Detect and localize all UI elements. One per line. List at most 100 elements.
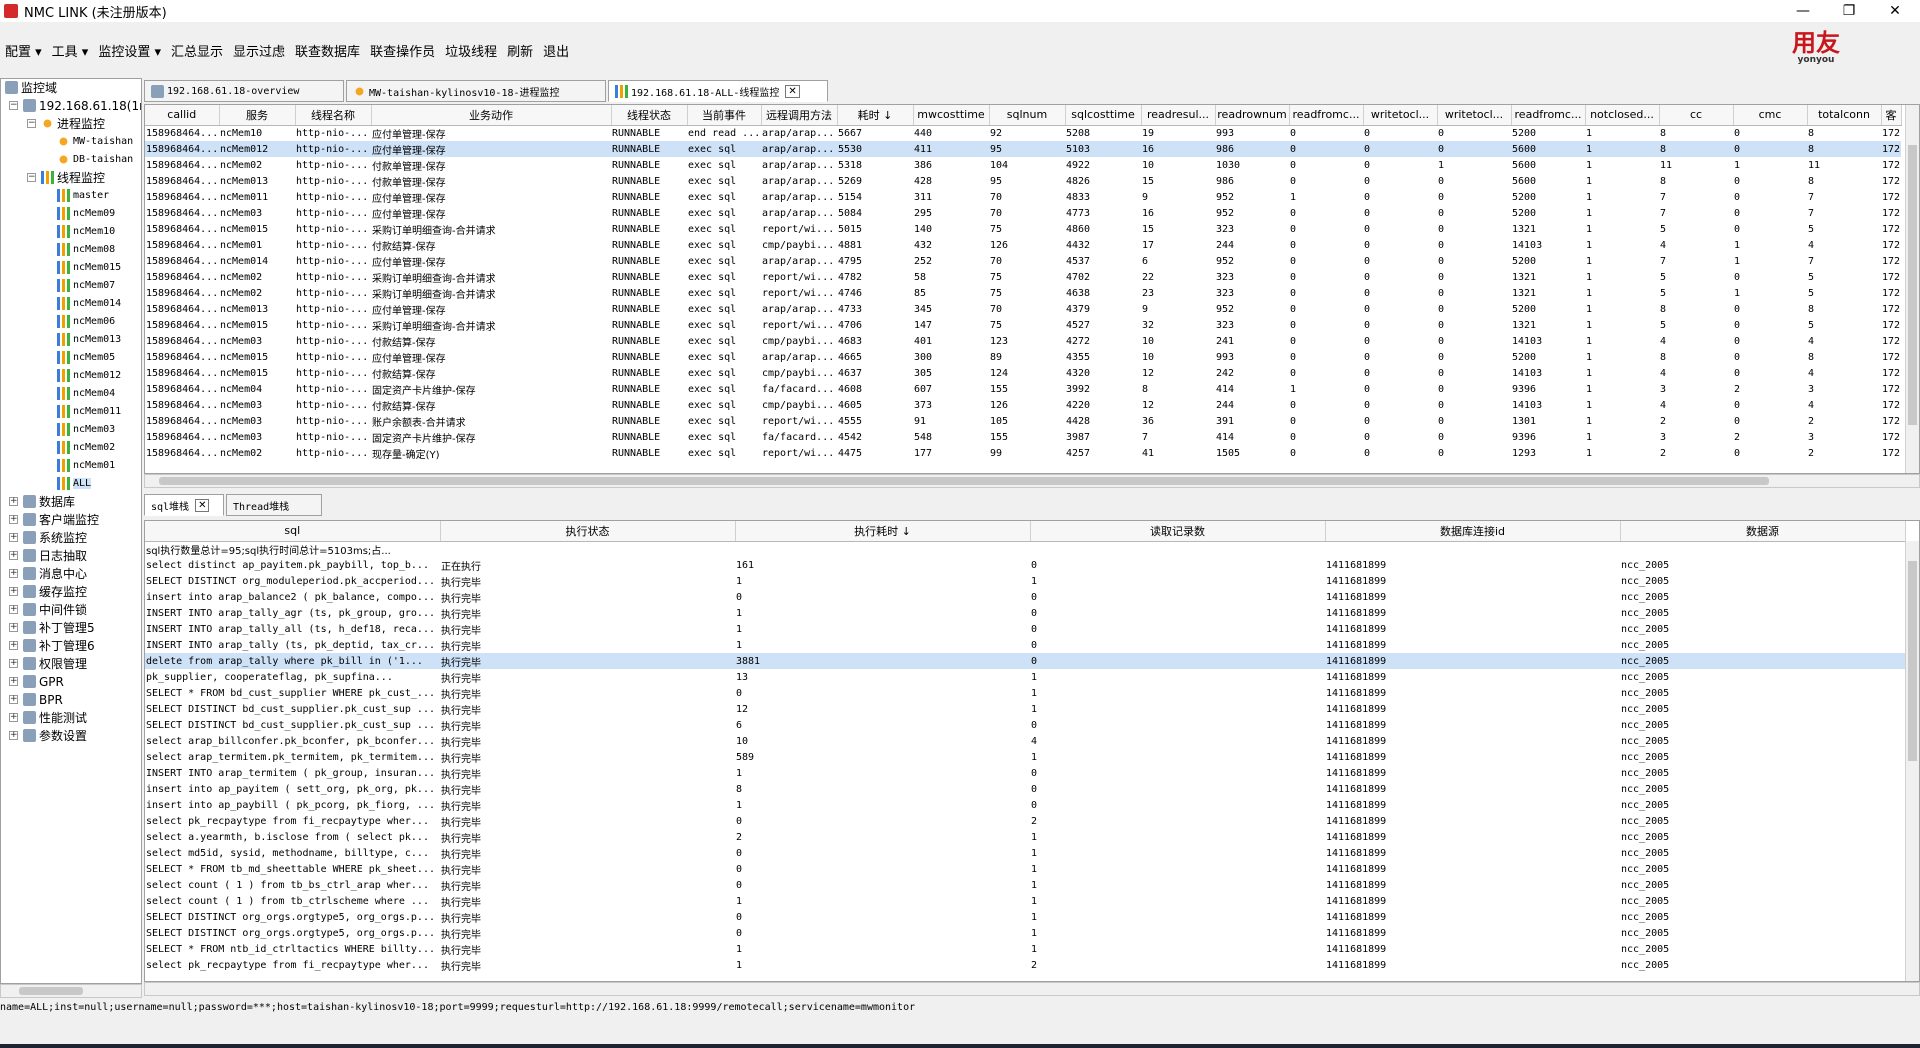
tree-node[interactable]: ncMem06	[57, 313, 115, 330]
column-header[interactable]: 线程名称	[295, 105, 372, 126]
tree-node[interactable]: ncMem03	[57, 421, 115, 438]
tree-horizontal-scrollbar[interactable]	[0, 984, 142, 998]
table-row[interactable]: select a.yearmth, b.isclose from ( selec…	[145, 829, 1905, 845]
tree-node[interactable]: + 补丁管理6	[9, 637, 95, 654]
column-header[interactable]: writetocl...	[1363, 105, 1438, 126]
maximize-button[interactable]: ❐	[1826, 0, 1872, 22]
table-row[interactable]: 158968464... ncMem015 http-nio-... 采购订单明细查询…	[145, 221, 1901, 237]
column-header[interactable]: sql	[145, 521, 441, 542]
table-row[interactable]: SELECT DISTINCT org_moduleperiod.pk_accp…	[145, 573, 1905, 589]
expand-toggle-icon[interactable]: +	[9, 731, 18, 740]
menu-item[interactable]: 刷新	[502, 41, 538, 60]
tree-scroll-thumb[interactable]	[19, 987, 83, 995]
table-row[interactable]: pk_supplier, cooperateflag, pk_supfina..…	[145, 669, 1905, 685]
expand-toggle-icon[interactable]: +	[9, 623, 18, 632]
tree-node[interactable]: + 补丁管理5	[9, 619, 95, 636]
table-row[interactable]: SELECT * FROM ntb_id_ctrltactics WHERE b…	[145, 941, 1905, 957]
column-header[interactable]: sqlcosttime	[1065, 105, 1142, 126]
table-row[interactable]: 158968464... ncMem015 http-nio-... 付款结算-保存 R…	[145, 365, 1901, 381]
table-row[interactable]: INSERT INTO arap_tally_agr (ts, pk_group…	[145, 605, 1905, 621]
expand-toggle-icon[interactable]: −	[27, 119, 36, 128]
thread-horizontal-scrollbar[interactable]	[144, 474, 1920, 488]
tree-node[interactable]: ncMem02	[57, 439, 115, 456]
table-row[interactable]: 158968464... ncMem10 http-nio-... 应付单管理-保存 R…	[145, 125, 1901, 141]
expand-toggle-icon[interactable]: +	[9, 515, 18, 524]
table-row[interactable]: 158968464... ncMem015 http-nio-... 应付单管理-保存…	[145, 349, 1901, 365]
tree-node[interactable]: ncMem10	[57, 223, 115, 240]
tab-2[interactable]: 192.168.61.18-ALL-线程监控 ✕	[608, 80, 828, 102]
table-row[interactable]: SELECT DISTINCT bd_cust_supplier.pk_cust…	[145, 717, 1905, 733]
menu-item[interactable]: 汇总显示	[166, 41, 228, 60]
table-row[interactable]: insert into arap_balance2 ( pk_balance, …	[145, 589, 1905, 605]
close-button[interactable]: ✕	[1872, 0, 1918, 22]
menu-item[interactable]: 联查操作员	[365, 41, 440, 60]
tree-node[interactable]: ncMem07	[57, 277, 115, 294]
tree-node[interactable]: ncMem011	[57, 403, 121, 420]
table-row[interactable]: SELECT DISTINCT org_orgs.orgtype5, org_o…	[145, 925, 1905, 941]
tree-node[interactable]: − 线程监控	[27, 169, 105, 186]
menu-item[interactable]: 垃圾线程	[440, 41, 502, 60]
tree-node[interactable]: − 进程监控	[27, 115, 105, 132]
table-row[interactable]: SELECT * FROM tb_md_sheettable WHERE pk_…	[145, 861, 1905, 877]
expand-toggle-icon[interactable]: −	[27, 173, 36, 182]
column-header[interactable]: 客	[1881, 105, 1902, 126]
menu-item[interactable]: 工具 ▾	[47, 41, 94, 60]
tab-close-icon[interactable]: ✕	[785, 84, 800, 98]
expand-toggle-icon[interactable]: +	[9, 677, 18, 686]
table-row[interactable]: SELECT DISTINCT org_orgs.orgtype5, org_o…	[145, 909, 1905, 925]
table-row[interactable]: select arap_termitem.pk_termitem, pk_ter…	[145, 749, 1905, 765]
tree-node[interactable]: + 缓存监控	[9, 583, 87, 600]
column-header[interactable]: mwcosttime	[913, 105, 990, 126]
tree-node[interactable]: ncMem01	[57, 457, 115, 474]
column-header[interactable]: 数据库连接id	[1325, 521, 1621, 542]
expand-toggle-icon[interactable]: +	[9, 497, 18, 506]
tree-node[interactable]: DB-taishan	[57, 151, 133, 168]
table-row[interactable]: INSERT INTO arap_termitem ( pk_group, in…	[145, 765, 1905, 781]
column-header[interactable]: 当前事件	[687, 105, 762, 126]
table-row[interactable]: select pk_recpaytype from fi_recpaytype …	[145, 813, 1905, 829]
column-header[interactable]: 线程状态	[611, 105, 688, 126]
table-row[interactable]: SELECT DISTINCT bd_cust_supplier.pk_cust…	[145, 701, 1905, 717]
table-row[interactable]: 158968464... ncMem02 http-nio-... 采购订单明细查询-…	[145, 285, 1901, 301]
tree-node[interactable]: ncMem012	[57, 367, 121, 384]
table-row[interactable]: 158968464... ncMem02 http-nio-... 采购订单明细查询-…	[145, 269, 1901, 285]
menu-item[interactable]: 联查数据库	[290, 41, 365, 60]
tree-node[interactable]: ncMem013	[57, 331, 121, 348]
table-row[interactable]: 158968464... ncMem011 http-nio-... 应付单管理-保存…	[145, 189, 1901, 205]
table-row[interactable]: select arap_billconfer.pk_bconfer, pk_bc…	[145, 733, 1905, 749]
column-header[interactable]: 业务动作	[371, 105, 612, 126]
table-row[interactable]: 158968464... ncMem013 http-nio-... 付款单管理-保存…	[145, 173, 1901, 189]
tree-node[interactable]: + 系统监控	[9, 529, 87, 546]
sql-scroll-thumb[interactable]	[1908, 561, 1917, 761]
table-row[interactable]: 158968464... ncMem02 http-nio-... 现存量-确定(Y)…	[145, 445, 1901, 461]
tree-node[interactable]: + GPR	[9, 673, 64, 690]
tree-node[interactable]: ncMem015	[57, 259, 121, 276]
table-row[interactable]: 158968464... ncMem013 http-nio-... 应付单管理-保存…	[145, 301, 1901, 317]
table-row[interactable]: 158968464... ncMem04 http-nio-... 固定资产卡片维护-…	[145, 381, 1901, 397]
expand-toggle-icon[interactable]: +	[9, 641, 18, 650]
expand-toggle-icon[interactable]: −	[9, 101, 18, 110]
table-row[interactable]: 158968464... ncMem015 http-nio-... 采购订单明细查询…	[145, 317, 1901, 333]
tree-node[interactable]: + 数据库	[9, 493, 75, 510]
thread-vertical-scrollbar[interactable]	[1905, 105, 1919, 473]
tree-node[interactable]: + 参数设置	[9, 727, 87, 744]
tree-node[interactable]: ncMem014	[57, 295, 121, 312]
tree-node[interactable]: MW-taishan	[57, 133, 133, 150]
table-row[interactable]: 158968464... ncMem02 http-nio-... 付款单管理-保存 R…	[145, 157, 1901, 173]
column-header[interactable]: readfromc...	[1289, 105, 1364, 126]
table-row[interactable]: INSERT INTO arap_tally (ts, pk_deptid, t…	[145, 637, 1905, 653]
tree-node[interactable]: + 性能测试	[9, 709, 87, 726]
column-header[interactable]: readresul...	[1141, 105, 1216, 126]
tab-close-icon[interactable]: ✕	[195, 498, 210, 512]
column-header[interactable]: readrownum	[1215, 105, 1290, 126]
menu-item[interactable]: 退出	[538, 41, 574, 60]
expand-toggle-icon[interactable]: +	[9, 551, 18, 560]
tree-node[interactable]: − 192.168.61.18(1n	[9, 97, 141, 114]
menu-item[interactable]: 监控设置 ▾	[93, 41, 166, 60]
tree-node[interactable]: + 中间件锁	[9, 601, 87, 618]
table-row[interactable]: select md5id, sysid, methodname, billtyp…	[145, 845, 1905, 861]
table-row[interactable]: 158968464... ncMem03 http-nio-... 应付单管理-保存 R…	[145, 205, 1901, 221]
tab-0[interactable]: 192.168.61.18-overview	[144, 80, 344, 102]
table-row[interactable]: select count ( 1 ) from tb_bs_ctrl_arap …	[145, 877, 1905, 893]
column-header[interactable]: 执行耗时 ↓	[735, 521, 1031, 542]
